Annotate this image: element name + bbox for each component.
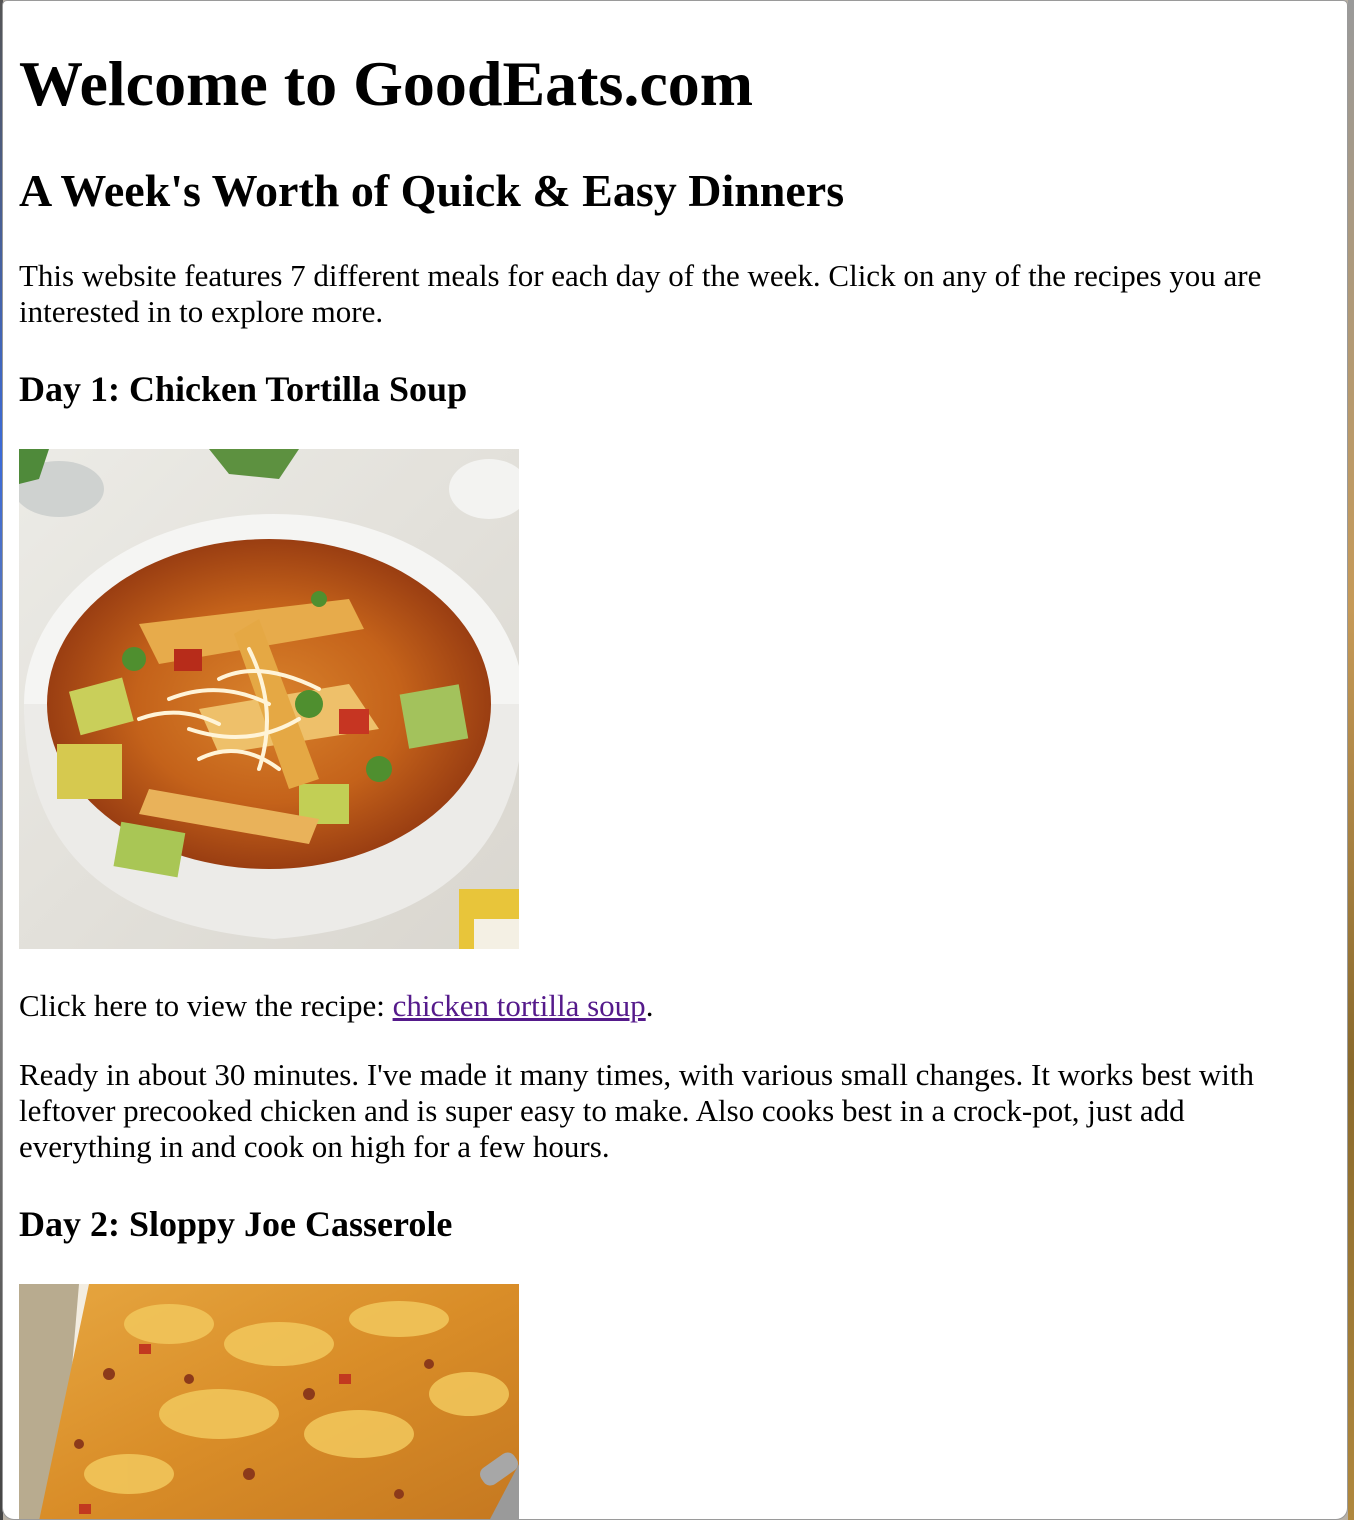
recipe-link-line: Click here to view the recipe: chicken t… bbox=[19, 988, 653, 1024]
browser-window: Welcome to GoodEats.com A Week's Worth o… bbox=[2, 0, 1348, 1520]
day-1-description: Ready in about 30 minutes. I've made it … bbox=[19, 1057, 1255, 1164]
chicken-tortilla-soup-photo bbox=[19, 449, 519, 949]
sloppy-joe-casserole-photo bbox=[19, 1284, 519, 1519]
day-2-heading: Day 2: Sloppy Joe Casserole bbox=[19, 1204, 453, 1244]
page-subtitle: A Week's Worth of Quick & Easy Dinners bbox=[19, 165, 845, 216]
chicken-tortilla-soup-link[interactable]: chicken tortilla soup bbox=[393, 988, 646, 1023]
recipe-link-prefix: Click here to view the recipe: bbox=[19, 988, 393, 1023]
desktop-edge-right bbox=[1348, 0, 1354, 1520]
page-title: Welcome to GoodEats.com bbox=[19, 48, 754, 119]
recipe-link-suffix: . bbox=[645, 988, 654, 1023]
day-1-heading: Day 1: Chicken Tortilla Soup bbox=[19, 369, 468, 409]
intro-paragraph: This website features 7 different meals … bbox=[19, 258, 1262, 329]
